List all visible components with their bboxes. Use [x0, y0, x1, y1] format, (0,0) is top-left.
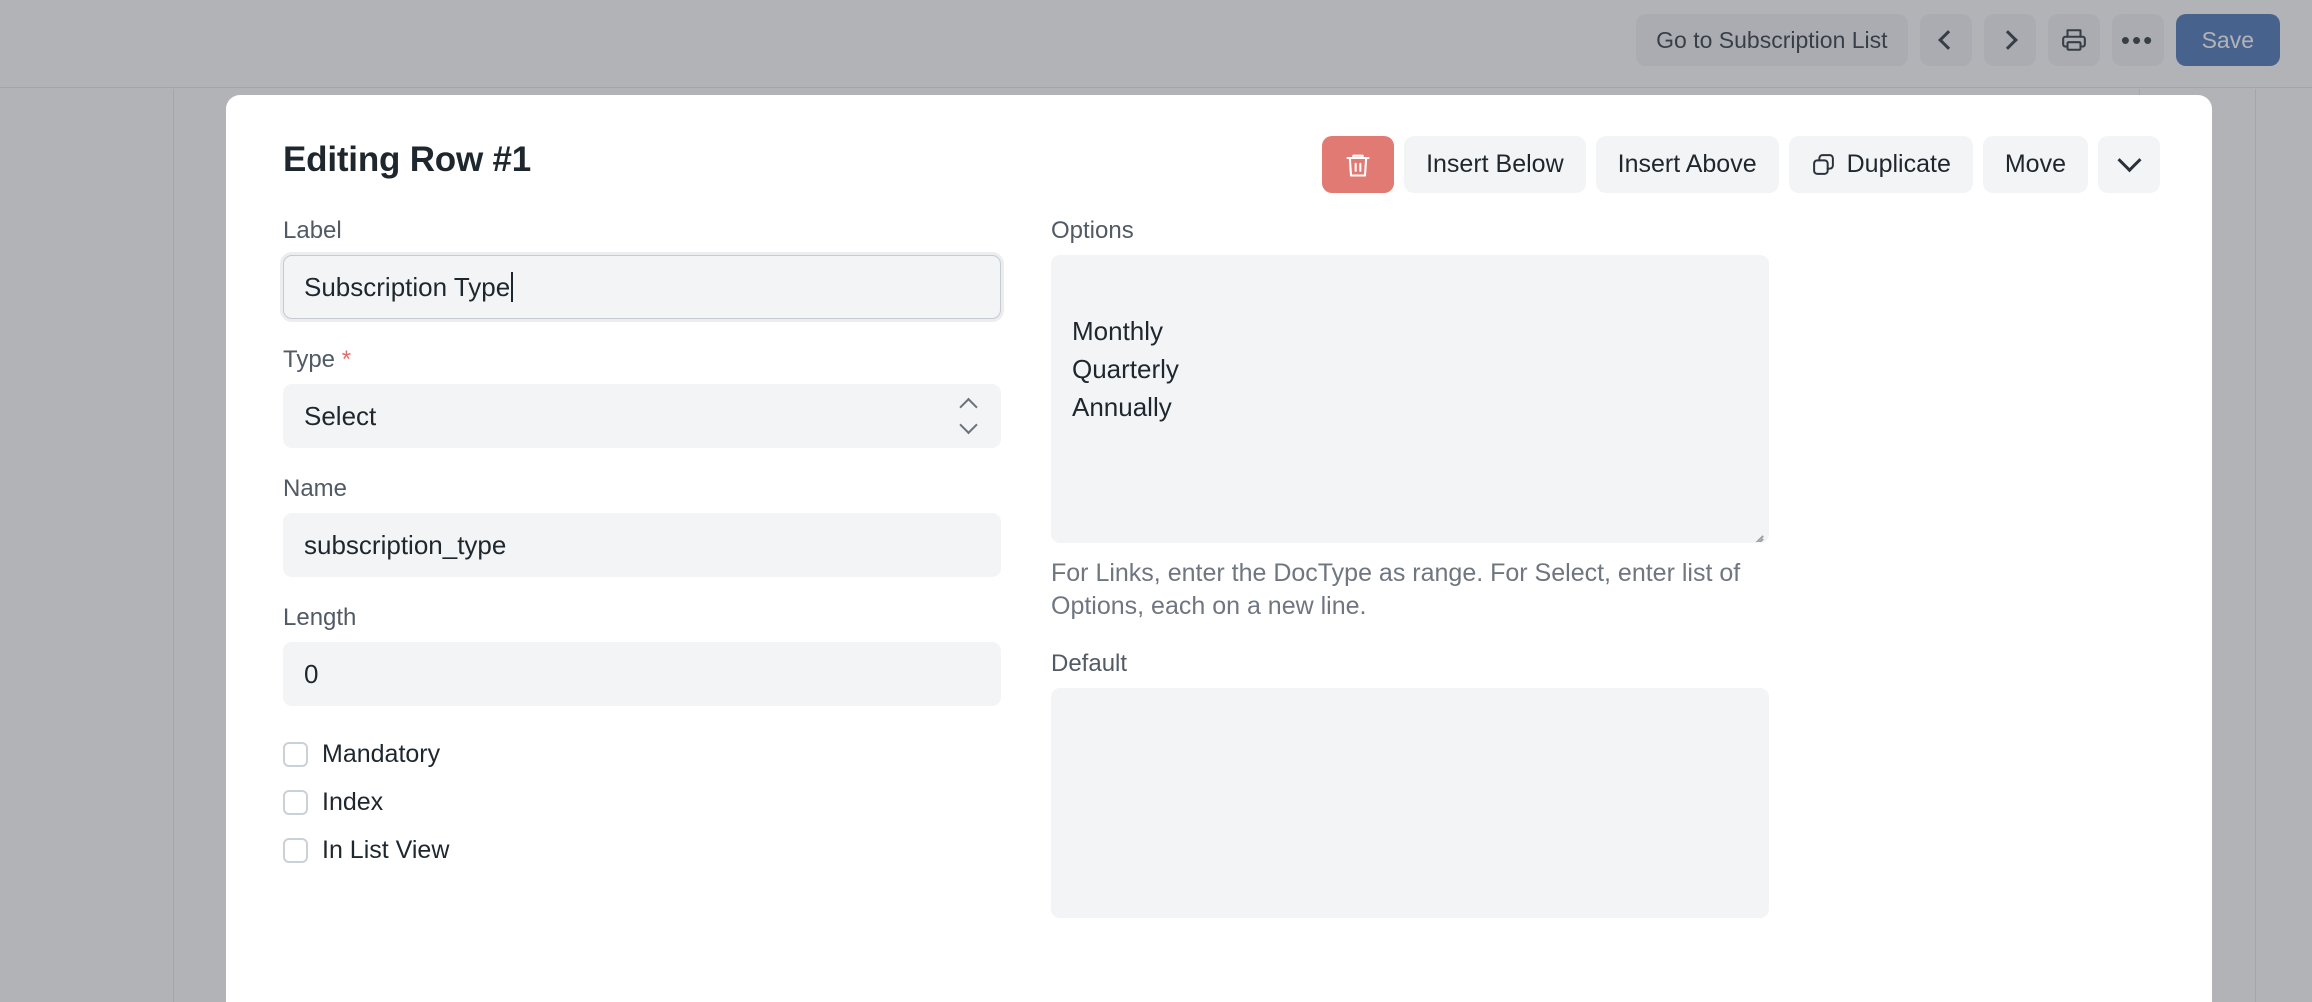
- copy-icon: [1812, 154, 1834, 175]
- length-input-value: 0: [304, 658, 319, 689]
- type-select[interactable]: Select: [283, 384, 1001, 448]
- options-textarea-value: Monthly Quarterly Annually: [1072, 316, 1179, 422]
- name-field-group: Name subscription_type: [283, 475, 1001, 577]
- mandatory-checkbox[interactable]: [283, 742, 308, 767]
- dialog-body: Label Subscription Type Type * Select Na…: [226, 217, 2212, 945]
- trash-icon: [1346, 154, 1370, 177]
- type-select-wrapper: Select: [283, 384, 1001, 448]
- label-input-value: Subscription Type: [304, 271, 511, 302]
- options-textarea[interactable]: Monthly Quarterly Annually: [1051, 255, 1769, 543]
- in-list-view-label: In List View: [322, 836, 450, 864]
- type-select-value: Select: [304, 400, 377, 431]
- dialog-action-bar: Insert Below Insert Above Duplicate Move: [1322, 136, 2160, 193]
- edit-row-dialog: Editing Row #1 Insert Below Insert Above: [226, 95, 2212, 1002]
- move-button[interactable]: Move: [1982, 136, 2088, 193]
- type-label-text: Type: [283, 346, 336, 373]
- right-column: Options Monthly Quarterly Annually For L…: [1051, 217, 1769, 945]
- length-field-label: Length: [283, 604, 357, 631]
- type-field-label: Type *: [283, 346, 1001, 374]
- page-root: on Go to Subscription List: [0, 0, 2312, 1002]
- name-field-label: Name: [283, 475, 348, 502]
- dialog-header: Editing Row #1 Insert Below Insert Above: [226, 95, 2212, 217]
- checkbox-row-index[interactable]: Index: [283, 788, 1001, 817]
- delete-row-button[interactable]: [1322, 136, 1395, 193]
- label-field-label: Label: [283, 217, 342, 244]
- label-field-group: Label Subscription Type: [283, 217, 1001, 319]
- length-field-group: Length 0: [283, 604, 1001, 706]
- checkbox-group: Mandatory Index In List View: [283, 740, 1001, 865]
- name-input-value: subscription_type: [304, 529, 507, 560]
- name-input[interactable]: subscription_type: [283, 513, 1001, 577]
- duplicate-button[interactable]: Duplicate: [1788, 136, 1973, 193]
- index-label: Index: [322, 788, 384, 816]
- default-textarea[interactable]: [1051, 688, 1769, 918]
- type-field-group: Type * Select: [283, 346, 1001, 448]
- checkbox-row-mandatory[interactable]: Mandatory: [283, 740, 1001, 769]
- left-column: Label Subscription Type Type * Select Na…: [283, 217, 1001, 945]
- text-cursor: [511, 272, 514, 302]
- insert-above-button[interactable]: Insert Above: [1595, 136, 1779, 193]
- duplicate-label: Duplicate: [1846, 150, 1951, 178]
- options-help-text: For Links, enter the DocType as range. F…: [1051, 559, 1741, 620]
- label-input[interactable]: Subscription Type: [283, 255, 1001, 319]
- dialog-title: Editing Row #1: [283, 140, 532, 179]
- dialog-more-button[interactable]: [2098, 136, 2160, 193]
- chevron-down-icon: [2116, 148, 2142, 173]
- default-field-label: Default: [1051, 650, 1128, 677]
- in-list-view-checkbox[interactable]: [283, 838, 308, 863]
- resize-handle-icon[interactable]: [1747, 522, 1764, 539]
- default-field-group: Default: [1051, 650, 1769, 918]
- mandatory-label: Mandatory: [322, 740, 441, 768]
- checkbox-row-in-list-view[interactable]: In List View: [283, 836, 1001, 865]
- index-checkbox[interactable]: [283, 790, 308, 815]
- insert-below-button[interactable]: Insert Below: [1404, 136, 1586, 193]
- options-field-group: Options Monthly Quarterly Annually For L…: [1051, 217, 1769, 623]
- options-field-label: Options: [1051, 217, 1134, 244]
- required-asterisk: *: [341, 346, 352, 373]
- length-input[interactable]: 0: [283, 642, 1001, 706]
